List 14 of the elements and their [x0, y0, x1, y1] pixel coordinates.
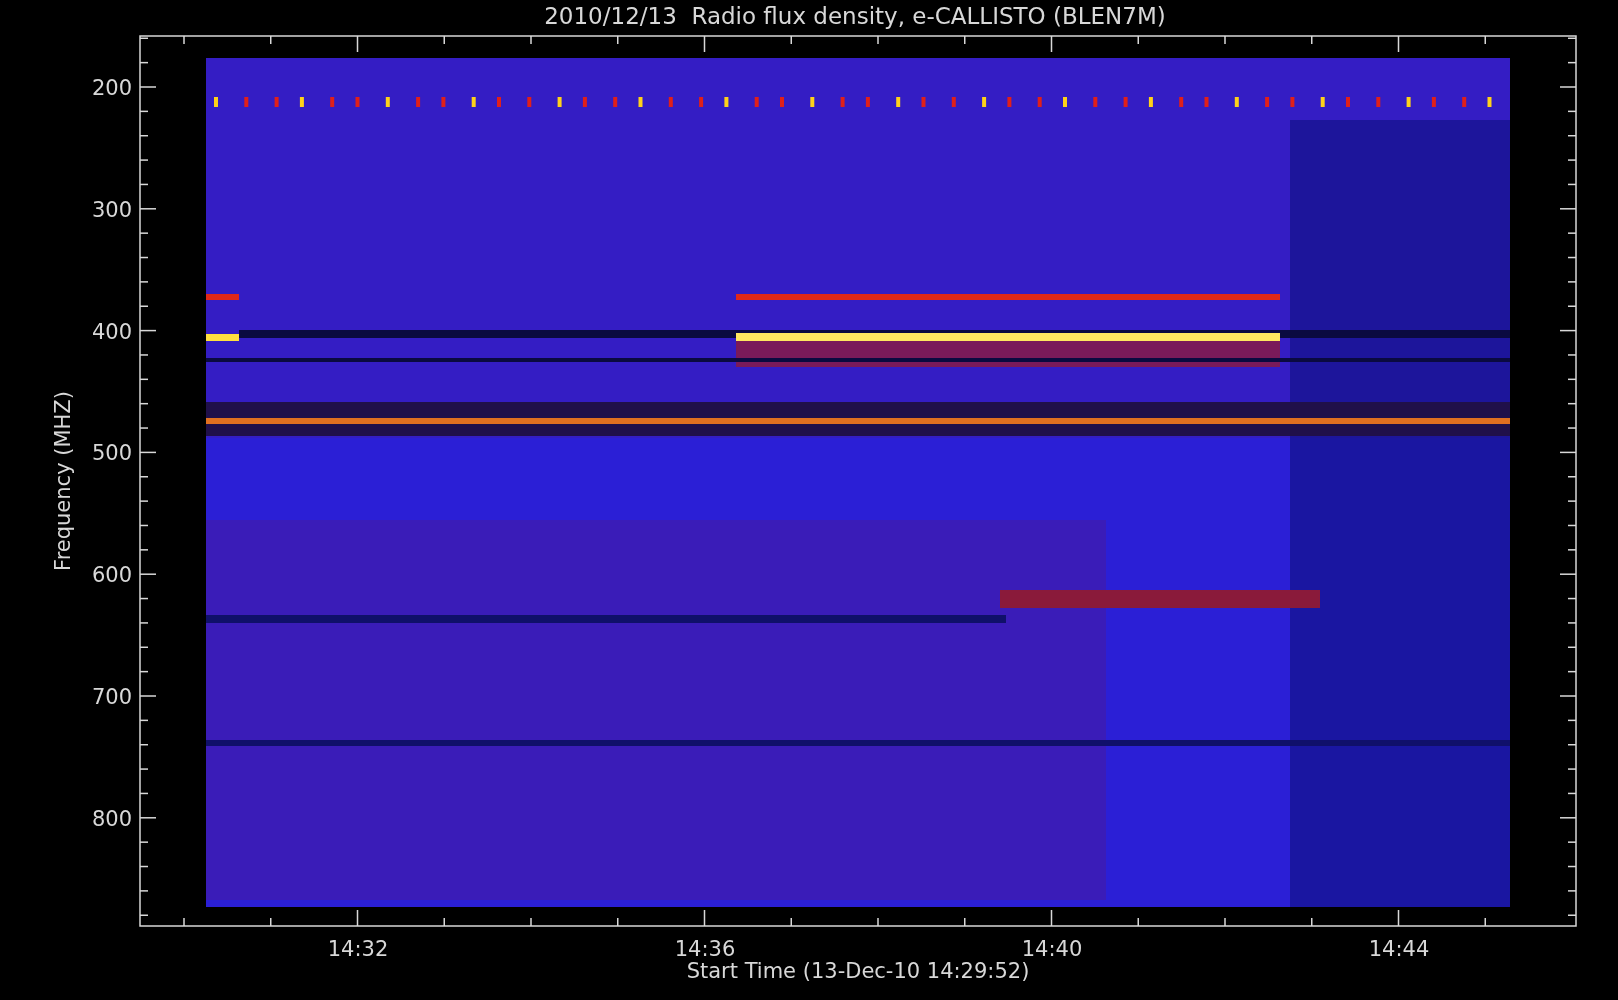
y-tick-label: 500 — [91, 441, 132, 466]
y-axis-label: Frequency (MHZ) — [51, 391, 75, 571]
x-tick-label: 14:40 — [1021, 937, 1083, 961]
x-tick-label: 14:36 — [674, 937, 736, 961]
x-tick-label: 14:44 — [1368, 937, 1430, 961]
y-tick-label: 800 — [91, 806, 132, 831]
x-tick-label: 14:32 — [327, 937, 389, 961]
y-tick-label: 300 — [91, 197, 132, 222]
x-axis-label: Start Time (13-Dec-10 14:29:52) — [686, 959, 1030, 983]
chart-title: 2010/12/13 Radio flux density, e-CALLISTO (BLEN7M) — [544, 3, 1166, 29]
y-tick-label: 600 — [91, 563, 132, 588]
y-tick-label: 700 — [91, 685, 132, 709]
y-tick-label: 200 — [91, 76, 132, 100]
y-tick-label: 400 — [91, 319, 132, 344]
